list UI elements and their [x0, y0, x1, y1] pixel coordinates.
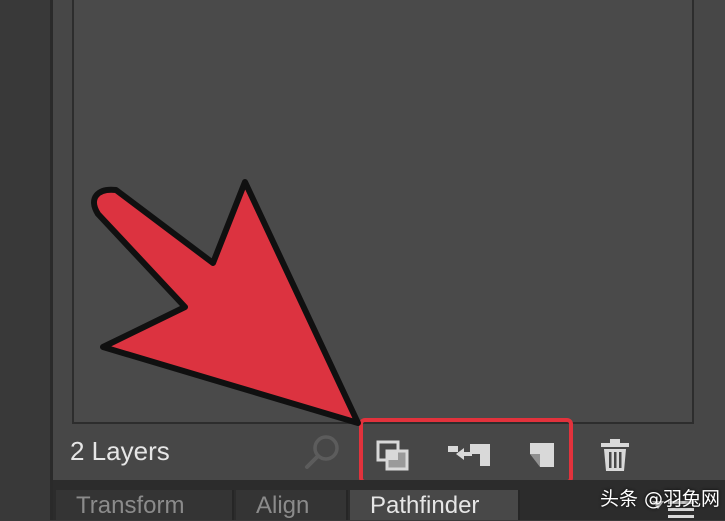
pointer-arrow-graphic: [91, 179, 361, 426]
watermark-text: 头条 @羽兔网: [600, 488, 721, 510]
